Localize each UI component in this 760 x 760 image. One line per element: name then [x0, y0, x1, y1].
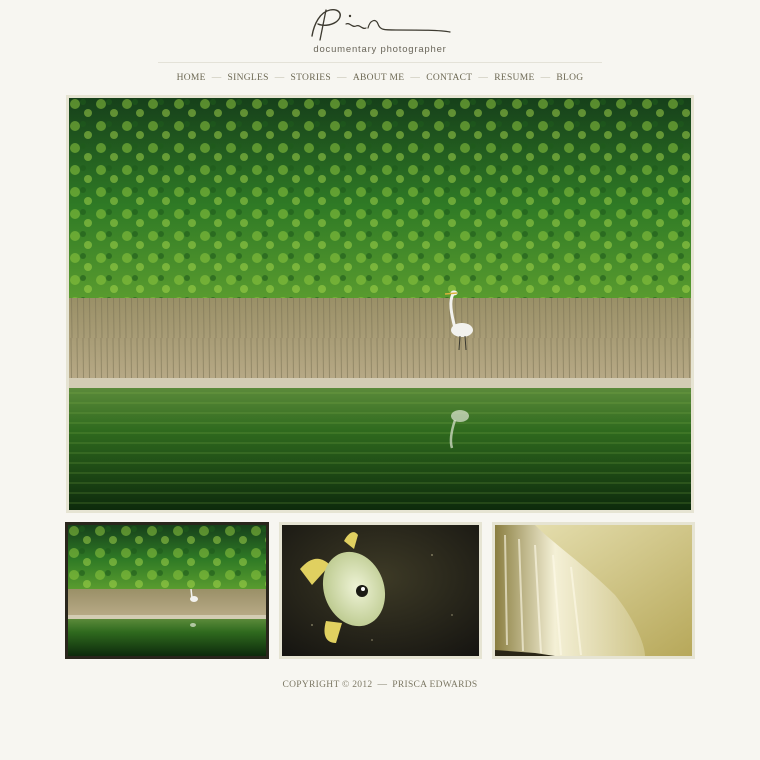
nav-resume[interactable]: RESUME [494, 73, 534, 83]
thumbnail-heron-image [68, 525, 266, 656]
nav-separator: — [478, 73, 489, 83]
copyright-text: COPYRIGHT © 2012 [282, 680, 373, 690]
footer: COPYRIGHT © 2012 — PRISCA EDWARDS [0, 680, 760, 690]
nav-separator: — [410, 73, 421, 83]
main-photo-heron [69, 98, 691, 510]
header-divider [158, 62, 602, 63]
site-tagline: documentary photographer [313, 44, 447, 55]
nav-home[interactable]: HOME [177, 73, 206, 83]
signature-logo-icon [311, 8, 451, 41]
thumbnail-waterfall-image [495, 525, 692, 656]
thumbnail-fish[interactable] [279, 522, 482, 659]
nav-stories[interactable]: STORIES [291, 73, 331, 83]
main-photo-frame [66, 95, 694, 513]
nav-contact[interactable]: CONTACT [426, 73, 472, 83]
site-logo[interactable]: documentary photographer [300, 2, 460, 56]
nav-blog[interactable]: BLOG [556, 73, 583, 83]
thumbnail-heron[interactable] [65, 522, 269, 659]
main-nav: HOME — SINGLES — STORIES — ABOUT ME — CONTACT — RE… [0, 73, 760, 83]
nav-separator: — [540, 73, 551, 83]
nav-separator: — [274, 73, 285, 83]
thumbnail-fish-image [282, 525, 479, 656]
nav-separator: — [211, 73, 222, 83]
nav-about-me[interactable]: ABOUT ME [353, 73, 405, 83]
footer-separator: — [377, 680, 388, 690]
thumbnail-waterfall[interactable] [492, 522, 695, 659]
photographer-name: PRISCA EDWARDS [392, 680, 478, 690]
nav-separator: — [337, 73, 347, 83]
nav-singles[interactable]: SINGLES [228, 73, 269, 83]
